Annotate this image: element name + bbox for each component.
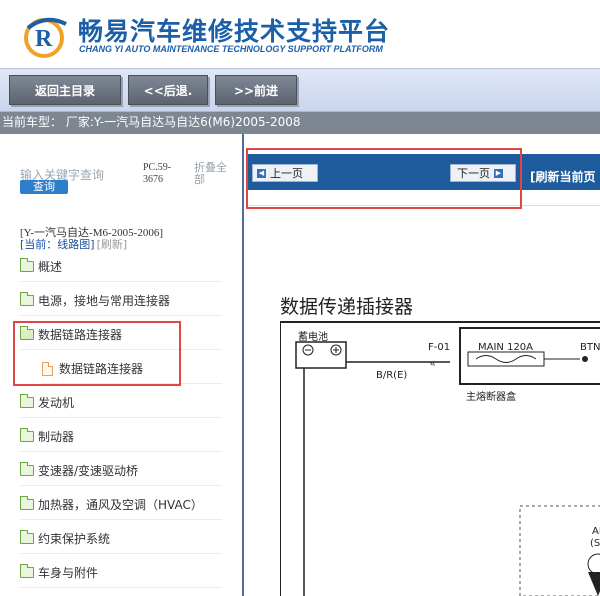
folder-icon: [20, 462, 34, 476]
svg-text:«: «: [430, 358, 436, 369]
highlight-box: [246, 148, 522, 209]
pc-code: PC.59-3676: [143, 162, 172, 185]
wiring-diagram: « 蓄电池 F-01 MAIN 120A BTN B/R(E) 主熔断器盒 AB…: [279, 314, 600, 596]
search-button[interactable]: 查询: [20, 180, 68, 194]
refresh-page-button[interactable]: [刷新当前页: [530, 168, 596, 185]
tree-item-body[interactable]: 车身与附件: [20, 558, 222, 588]
wiring-diagram-lines: «: [279, 321, 600, 596]
tree-item-label: 车身与附件: [38, 566, 99, 580]
current-model-bar: 当前车型： 厂家:Y-一汽马自达马自达6(M6)2005-2008: [0, 112, 600, 134]
tree-item-engine[interactable]: 发动机: [20, 388, 222, 418]
folder-icon: [20, 292, 34, 306]
tree-item-label: 制动器: [38, 430, 75, 444]
tree-item-label: 电源，接地与常用连接器: [38, 294, 171, 308]
header: R 畅易汽车维修技术支持平台 CHANG YI AUTO MAINTENANCE…: [0, 0, 600, 68]
wire-label: B/R(E): [376, 370, 408, 381]
highlight-box: [13, 321, 181, 386]
current-label: [当前：线路图]: [20, 238, 95, 251]
tree-item-brakes[interactable]: 制动器: [20, 422, 222, 452]
fuse-main-label: MAIN 120A: [478, 342, 534, 353]
tree-item-label: 加热器，通风及空调（HVAC）: [38, 498, 203, 512]
forward-button[interactable]: >>前进: [215, 75, 297, 105]
svg-text:R: R: [35, 26, 53, 52]
s-label: (S: [590, 538, 600, 549]
folder-icon: [20, 258, 34, 272]
ab-label: AB: [592, 526, 600, 537]
home-button[interactable]: 返回主目录: [9, 75, 121, 105]
tree-item-hvac[interactable]: 加热器，通风及空调（HVAC）: [20, 490, 222, 520]
fuse-btn-label: BTN: [580, 342, 600, 353]
logo-icon: R: [24, 17, 67, 58]
tree-item-overview[interactable]: 概述: [20, 252, 222, 282]
folder-icon: [20, 428, 34, 442]
document-viewer: ◀ 上一页 下一页 ▶ [刷新当前页 数据传递插接器 « 蓄电池 F-01 MA…: [242, 134, 600, 596]
tree-item-label: 变速器/变速驱动桥: [38, 464, 139, 478]
folder-icon: [20, 564, 34, 578]
tree-item-restraints[interactable]: 约束保护系统: [20, 524, 222, 554]
site-subtitle: CHANG YI AUTO MAINTENANCE TECHNOLOGY SUP…: [79, 44, 383, 54]
refresh-link[interactable]: [刷新]: [97, 238, 128, 251]
tree-item-label: 概述: [38, 260, 63, 274]
current-view: [当前：线路图] [刷新]: [20, 236, 127, 252]
nav-bar: 返回主目录 <<后退. >>前进: [0, 68, 600, 112]
collapse-all-button[interactable]: 折叠全部: [194, 162, 234, 186]
folder-icon: [20, 496, 34, 510]
back-button[interactable]: <<后退.: [128, 75, 208, 105]
site-title: 畅易汽车维修技术支持平台: [78, 17, 391, 46]
sidebar: 输入关键字查询 查询 PC.59-3676 折叠全部 [Y-一汽马自达-M6-2…: [0, 134, 242, 596]
tree-item-label: 发动机: [38, 396, 75, 410]
tree-item-power-ground[interactable]: 电源，接地与常用连接器: [20, 286, 222, 316]
folder-icon: [20, 530, 34, 544]
battery-label: 蓄电池: [298, 332, 328, 343]
tree-item-transmission[interactable]: 变速器/变速驱动桥: [20, 456, 222, 486]
fuse-box-label: 主熔断器盒: [466, 392, 516, 403]
folder-icon: [20, 394, 34, 408]
tree-item-label: 约束保护系统: [38, 532, 111, 546]
fuse-id-label: F-01: [428, 342, 451, 353]
